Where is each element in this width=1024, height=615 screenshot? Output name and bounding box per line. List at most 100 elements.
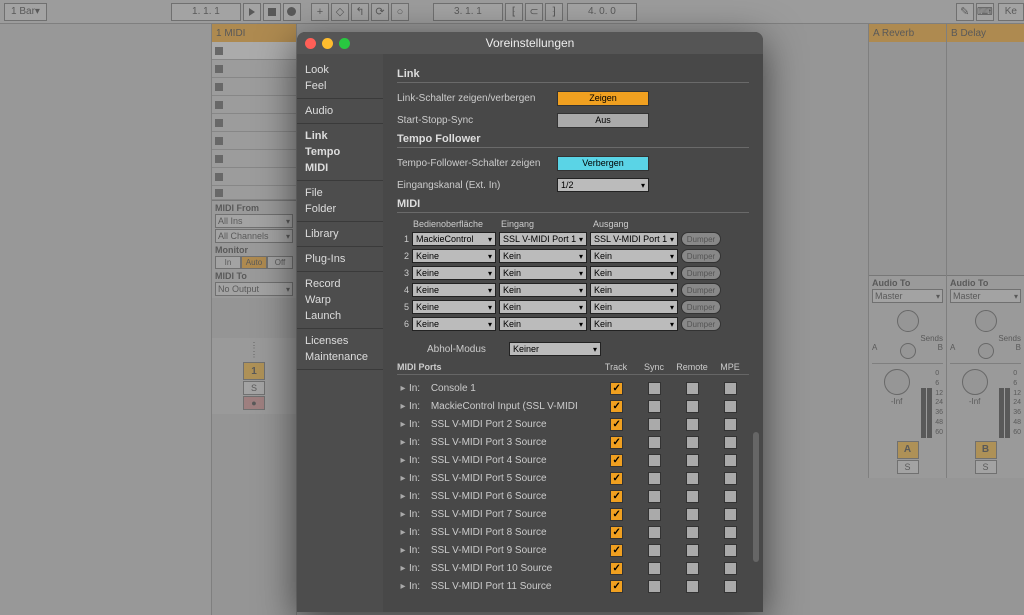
return-solo-b[interactable]: S <box>975 460 997 474</box>
port-mpe-checkbox[interactable] <box>724 418 737 431</box>
pan-knob[interactable] <box>962 369 988 395</box>
midi-channel-select[interactable]: All Channels <box>215 229 293 243</box>
computer-midi-btn[interactable]: ⌨ <box>976 3 994 21</box>
port-sync-checkbox[interactable] <box>648 508 661 521</box>
send-knob[interactable] <box>897 310 919 332</box>
send-knob[interactable] <box>975 310 997 332</box>
midi-out-select[interactable]: SSL V-MIDI Port 1 <box>590 232 678 246</box>
expand-icon[interactable]: ▸ <box>397 509 409 520</box>
control-surface-select[interactable]: MackieControl <box>412 232 496 246</box>
clip-slot[interactable] <box>212 150 296 168</box>
monitor-in-btn[interactable]: In <box>215 256 241 269</box>
return-activate-b[interactable]: B <box>975 441 997 459</box>
control-surface-select[interactable]: Keine <box>412 300 496 314</box>
monitor-auto-btn[interactable]: Auto <box>241 256 267 269</box>
prefs-tab-licenses[interactable]: Licenses <box>305 333 375 349</box>
clip-slot[interactable] <box>212 114 296 132</box>
port-mpe-checkbox[interactable] <box>724 508 737 521</box>
clip-slot[interactable] <box>212 168 296 186</box>
midi-input-select[interactable]: All Ins <box>215 214 293 228</box>
expand-icon[interactable]: ▸ <box>397 545 409 556</box>
port-track-checkbox[interactable] <box>610 580 623 593</box>
clip-slot[interactable] <box>212 96 296 114</box>
send-knob-b[interactable] <box>978 343 994 359</box>
prefs-tab-library[interactable]: Library <box>305 226 375 242</box>
port-remote-checkbox[interactable] <box>686 580 699 593</box>
track-solo-button[interactable]: S <box>243 381 265 395</box>
stop-button[interactable] <box>263 3 281 21</box>
port-sync-checkbox[interactable] <box>648 418 661 431</box>
dump-button[interactable]: Dumper <box>681 266 721 280</box>
punch-out-btn[interactable]: ⁆ <box>545 3 563 21</box>
capture-btn[interactable]: ⟳ <box>371 3 389 21</box>
port-track-checkbox[interactable] <box>610 382 623 395</box>
track-header[interactable]: 1 MIDI <box>212 24 296 42</box>
audio-to-select[interactable]: Master <box>950 289 1021 303</box>
midi-in-select[interactable]: Kein <box>499 249 587 263</box>
port-remote-checkbox[interactable] <box>686 508 699 521</box>
loop-start[interactable]: 3. 1. 1 <box>433 3 503 21</box>
port-mpe-checkbox[interactable] <box>724 454 737 467</box>
play-button[interactable] <box>243 3 261 21</box>
port-sync-checkbox[interactable] <box>648 472 661 485</box>
dump-button[interactable]: Dumper <box>681 283 721 297</box>
clip-slot[interactable] <box>212 186 296 200</box>
port-sync-checkbox[interactable] <box>648 490 661 503</box>
automation-arm-btn[interactable]: ◇ <box>331 3 349 21</box>
prefs-tab-midi[interactable]: MIDI <box>305 160 375 176</box>
port-track-checkbox[interactable] <box>610 418 623 431</box>
punch-in-btn[interactable]: ⁅ <box>505 3 523 21</box>
pan-knob[interactable] <box>884 369 910 395</box>
port-remote-checkbox[interactable] <box>686 526 699 539</box>
port-remote-checkbox[interactable] <box>686 436 699 449</box>
clip-slot[interactable] <box>212 78 296 96</box>
record-button[interactable] <box>283 3 301 21</box>
port-track-checkbox[interactable] <box>610 490 623 503</box>
prefs-tab-maintenance[interactable]: Maintenance <box>305 349 375 365</box>
prefs-tab-tempo[interactable]: Tempo <box>305 144 375 160</box>
prefs-tab-warp[interactable]: Warp <box>305 292 375 308</box>
track-record-button[interactable]: ● <box>243 396 265 410</box>
expand-icon[interactable]: ▸ <box>397 581 409 592</box>
port-track-checkbox[interactable] <box>610 562 623 575</box>
prefs-tab-audio[interactable]: Audio <box>305 103 375 119</box>
dump-button[interactable]: Dumper <box>681 317 721 331</box>
midi-out-select[interactable]: Kein <box>590 283 678 297</box>
expand-icon[interactable]: ▸ <box>397 437 409 448</box>
port-remote-checkbox[interactable] <box>686 544 699 557</box>
expand-icon[interactable]: ▸ <box>397 401 409 412</box>
port-sync-checkbox[interactable] <box>648 544 661 557</box>
prefs-tab-record[interactable]: Record <box>305 276 375 292</box>
port-track-checkbox[interactable] <box>610 472 623 485</box>
loop-btn[interactable]: ○ <box>391 3 409 21</box>
midi-in-select[interactable]: SSL V-MIDI Port 1 <box>499 232 587 246</box>
midi-out-select[interactable]: Kein <box>590 266 678 280</box>
return-header[interactable]: B Delay <box>947 24 1024 42</box>
port-mpe-checkbox[interactable] <box>724 544 737 557</box>
port-track-checkbox[interactable] <box>610 526 623 539</box>
overdub-btn[interactable]: + <box>311 3 329 21</box>
control-surface-select[interactable]: Keine <box>412 266 496 280</box>
draw-mode-btn[interactable]: ✎ <box>956 3 974 21</box>
port-mpe-checkbox[interactable] <box>724 580 737 593</box>
preferences-titlebar[interactable]: Voreinstellungen <box>297 32 763 54</box>
port-track-checkbox[interactable] <box>610 436 623 449</box>
port-sync-checkbox[interactable] <box>648 580 661 593</box>
expand-icon[interactable]: ▸ <box>397 455 409 466</box>
port-remote-checkbox[interactable] <box>686 382 699 395</box>
port-mpe-checkbox[interactable] <box>724 490 737 503</box>
midi-out-select[interactable]: Kein <box>590 317 678 331</box>
port-mpe-checkbox[interactable] <box>724 436 737 449</box>
port-remote-checkbox[interactable] <box>686 454 699 467</box>
dump-button[interactable]: Dumper <box>681 232 721 246</box>
loop-length[interactable]: 4. 0. 0 <box>567 3 637 21</box>
return-header[interactable]: A Reverb <box>869 24 946 42</box>
key-map-btn[interactable]: Ke <box>998 3 1024 21</box>
expand-icon[interactable]: ▸ <box>397 419 409 430</box>
expand-icon[interactable]: ▸ <box>397 383 409 394</box>
send-knob-b[interactable] <box>900 343 916 359</box>
port-sync-checkbox[interactable] <box>648 436 661 449</box>
port-sync-checkbox[interactable] <box>648 400 661 413</box>
port-track-checkbox[interactable] <box>610 544 623 557</box>
prefs-tab-launch[interactable]: Launch <box>305 308 375 324</box>
